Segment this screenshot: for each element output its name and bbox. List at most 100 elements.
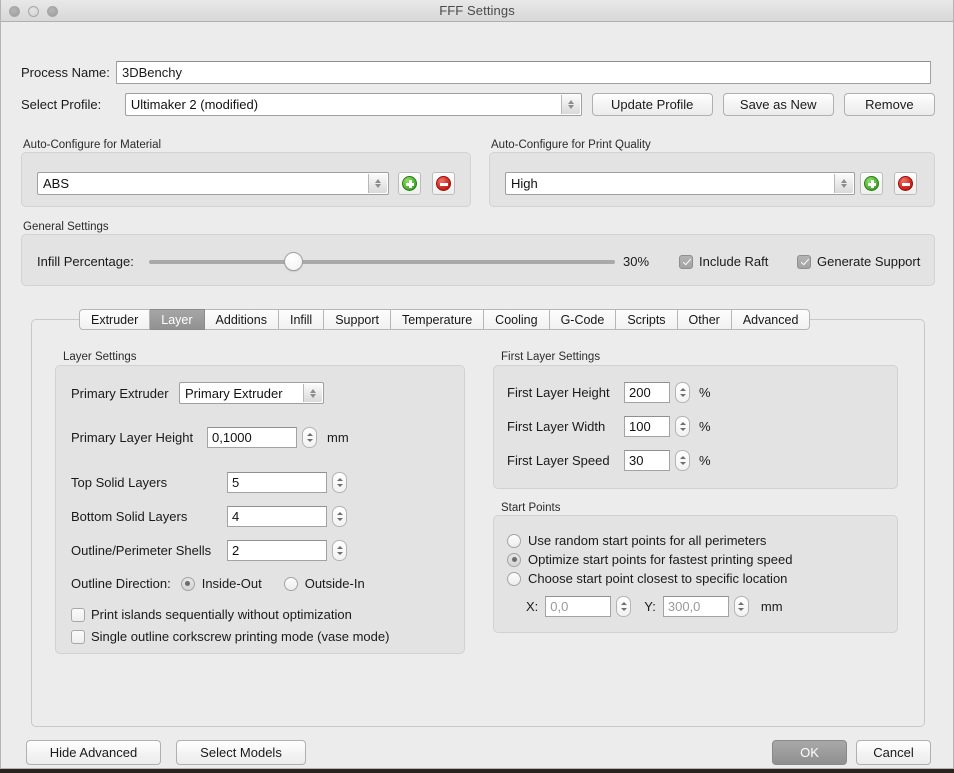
outline-shells-input[interactable]: 2 (227, 540, 327, 561)
bottom-solid-layers-row: Bottom Solid Layers 4 (71, 506, 347, 527)
start-y-stepper[interactable] (733, 596, 749, 617)
outline-outside-in-radio[interactable] (283, 576, 298, 591)
include-raft-label: Include Raft (699, 254, 769, 269)
material-value: ABS (43, 176, 70, 191)
start-x-stepper[interactable] (616, 596, 632, 617)
vase-mode-checkbox[interactable] (71, 629, 85, 644)
outline-shells-label: Outline/Perimeter Shells (71, 543, 212, 558)
remove-profile-button[interactable]: Remove (843, 92, 935, 116)
tab-gcode[interactable]: G-Code (549, 309, 617, 330)
select-profile-dropdown[interactable]: Ultimaker 2 (modified) (124, 92, 582, 116)
top-solid-layers-row: Top Solid Layers 5 (71, 472, 347, 493)
tab-temperature[interactable]: Temperature (390, 309, 485, 330)
quality-dropdown[interactable]: High (505, 172, 855, 195)
first-layer-height-stepper[interactable] (675, 382, 690, 403)
start-random-label: Use random start points for all perimete… (528, 533, 767, 548)
tab-scripts[interactable]: Scripts (616, 309, 678, 330)
plus-circle-icon (864, 176, 879, 191)
first-layer-height-unit: % (699, 385, 711, 400)
outline-outside-in-radio-row[interactable]: Outside-In (283, 576, 365, 591)
first-layer-speed-stepper[interactable] (675, 450, 690, 471)
outline-direction-label: Outline Direction: (71, 576, 171, 591)
tab-extruder[interactable]: Extruder (79, 309, 151, 330)
print-islands-label: Print islands sequentially without optim… (91, 607, 352, 622)
material-dropdown[interactable]: ABS (37, 172, 389, 195)
tab-support[interactable]: Support (324, 309, 391, 330)
window-content: Process Name: 3DBenchy Select Profile: U… (1, 22, 953, 768)
process-name-input[interactable]: 3DBenchy (116, 60, 931, 84)
hide-advanced-button[interactable]: Hide Advanced (26, 740, 161, 765)
outline-inside-out-label: Inside-Out (201, 576, 262, 591)
top-solid-layers-stepper[interactable] (332, 472, 347, 493)
start-point-unit: mm (760, 599, 783, 614)
first-layer-settings-title: First Layer Settings (501, 351, 601, 363)
update-profile-button[interactable]: Update Profile (591, 92, 713, 116)
quality-group-title: Auto-Configure for Print Quality (491, 139, 651, 151)
remove-material-button[interactable] (432, 172, 455, 195)
infill-percentage-value: 30% (623, 254, 650, 269)
first-layer-width-label: First Layer Width (507, 419, 606, 434)
primary-layer-height-row: Primary Layer Height 0,1000 mm (71, 427, 349, 448)
start-random-radio[interactable] (507, 533, 521, 548)
tab-infill[interactable]: Infill (278, 309, 325, 330)
primary-layer-height-stepper[interactable] (302, 427, 317, 448)
include-raft-checkbox[interactable] (679, 254, 693, 269)
infill-slider-track[interactable] (149, 260, 615, 264)
first-layer-width-input[interactable]: 100 (624, 416, 670, 437)
start-optimize-radio[interactable] (507, 552, 521, 567)
remove-quality-button[interactable] (894, 172, 917, 195)
save-as-new-button[interactable]: Save as New (722, 92, 834, 116)
start-point-coords-row: X: 0,0 Y: 300,0 mm (526, 596, 783, 617)
infill-slider-knob[interactable] (284, 252, 303, 271)
start-y-input[interactable]: 300,0 (662, 596, 729, 617)
primary-extruder-dropdown[interactable]: Primary Extruder (179, 382, 324, 404)
vase-mode-checkbox-row[interactable]: Single outline corkscrew printing mode (… (71, 629, 389, 644)
start-specific-radio[interactable] (507, 571, 521, 586)
outline-inside-out-radio[interactable] (180, 576, 195, 591)
bottom-solid-layers-stepper[interactable] (332, 506, 347, 527)
outline-inside-out-radio-row[interactable]: Inside-Out (180, 576, 262, 591)
first-layer-speed-label: First Layer Speed (507, 453, 610, 468)
start-x-input[interactable]: 0,0 (545, 596, 612, 617)
tab-other[interactable]: Other (677, 309, 732, 330)
chevron-updown-icon (303, 384, 322, 402)
first-layer-speed-unit: % (699, 453, 711, 468)
general-group-title: General Settings (23, 221, 109, 233)
outline-shells-stepper[interactable] (332, 540, 347, 561)
tab-cooling[interactable]: Cooling (484, 309, 550, 330)
cancel-button[interactable]: Cancel (856, 740, 931, 765)
first-layer-height-input[interactable]: 200 (624, 382, 670, 403)
start-random-radio-row[interactable]: Use random start points for all perimete… (507, 533, 766, 548)
quality-value: High (511, 176, 538, 191)
print-islands-checkbox[interactable] (71, 607, 85, 622)
top-solid-layers-input[interactable]: 5 (227, 472, 327, 493)
generate-support-checkbox[interactable] (797, 254, 811, 269)
ok-button[interactable]: OK (772, 740, 847, 765)
start-optimize-label: Optimize start points for fastest printi… (528, 552, 793, 567)
first-layer-speed-row: First Layer Speed 30 % (507, 450, 711, 471)
select-profile-label: Select Profile: (21, 96, 102, 112)
start-optimize-radio-row[interactable]: Optimize start points for fastest printi… (507, 552, 792, 567)
start-x-label: X: (526, 599, 539, 614)
outline-direction-row: Outline Direction: Inside-Out Outside-In (71, 576, 365, 591)
select-models-button[interactable]: Select Models (176, 740, 306, 765)
primary-extruder-value: Primary Extruder (185, 385, 283, 401)
primary-layer-height-input[interactable]: 0,1000 (207, 427, 297, 448)
first-layer-speed-input[interactable]: 30 (624, 450, 670, 471)
generate-support-checkbox-row[interactable]: Generate Support (797, 254, 920, 269)
start-specific-radio-row[interactable]: Choose start point closest to specific l… (507, 571, 787, 586)
include-raft-checkbox-row[interactable]: Include Raft (679, 254, 768, 269)
tab-advanced[interactable]: Advanced (731, 309, 811, 330)
tab-additions[interactable]: Additions (204, 309, 279, 330)
print-islands-checkbox-row[interactable]: Print islands sequentially without optim… (71, 607, 352, 622)
tab-layer[interactable]: Layer (150, 309, 205, 330)
bottom-solid-layers-input[interactable]: 4 (227, 506, 327, 527)
layer-settings-title: Layer Settings (63, 351, 137, 363)
first-layer-width-stepper[interactable] (675, 416, 690, 437)
first-layer-width-unit: % (699, 419, 711, 434)
primary-layer-height-unit: mm (327, 430, 349, 445)
plus-circle-icon (402, 176, 417, 191)
add-material-button[interactable] (398, 172, 421, 195)
add-quality-button[interactable] (860, 172, 883, 195)
first-layer-width-row: First Layer Width 100 % (507, 416, 711, 437)
